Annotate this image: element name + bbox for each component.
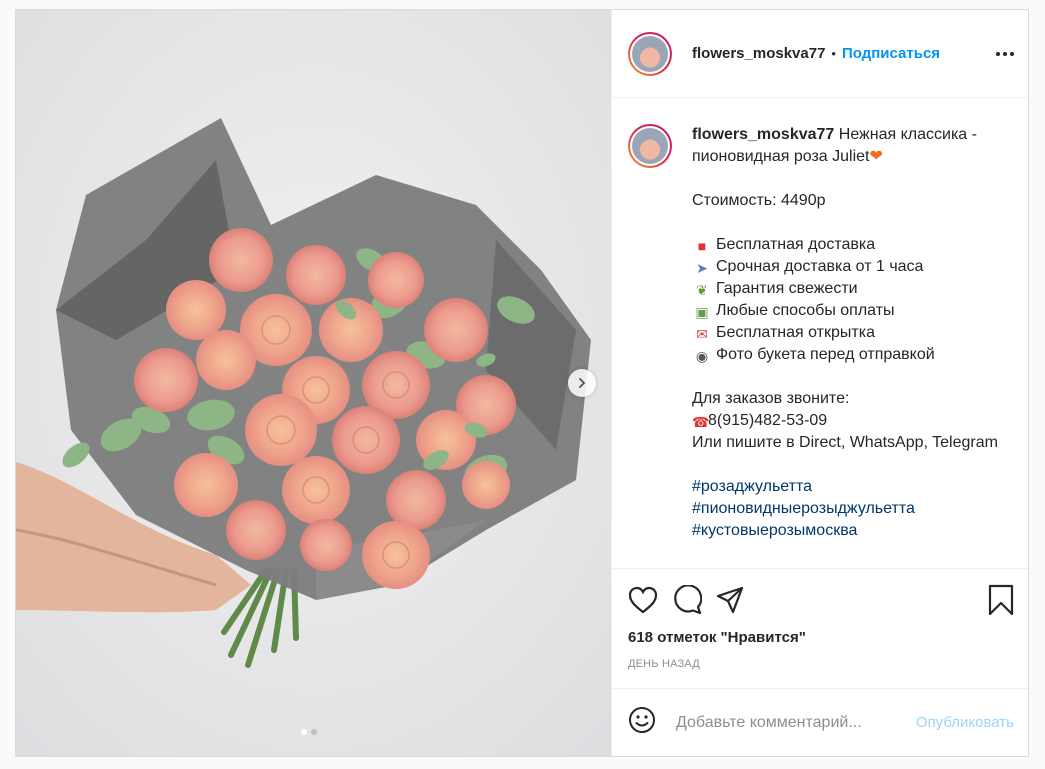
avatar[interactable] <box>628 31 672 76</box>
hashtag-link[interactable]: #пионовидныерозыджульетта <box>692 500 915 517</box>
carousel-indicator <box>301 729 317 735</box>
feature-text: Гарантия свежести <box>716 280 858 297</box>
order-alt-text: Или пишите в Direct, WhatsApp, Telegram <box>692 434 998 451</box>
hashtag-link[interactable]: #розаджульетта <box>692 478 812 495</box>
price-text: Стоимость: 4490р <box>692 192 826 209</box>
carousel-dot <box>301 729 307 735</box>
phone-icon: ☎ <box>692 414 710 430</box>
comment-icon[interactable] <box>672 583 703 620</box>
rocket-icon: ➤ <box>696 260 708 276</box>
feature-text: Бесплатная открытка <box>716 324 875 341</box>
comment-form: Опубликовать <box>612 688 1030 756</box>
bookmark-icon[interactable] <box>988 584 1014 621</box>
avatar-image <box>632 35 668 72</box>
separator-dot: • <box>831 46 836 61</box>
car-icon: ■ <box>697 238 707 254</box>
camera-icon: ◉ <box>695 348 709 364</box>
post-sidebar: flowers_moskva77 • Подписаться flowers_m… <box>611 10 1030 756</box>
post-card: flowers_moskva77 • Подписаться flowers_m… <box>15 9 1030 757</box>
username-link[interactable]: flowers_moskva77 <box>692 45 825 62</box>
action-bar: 618 отметок "Нравится" ДЕНЬ НАЗАД <box>612 568 1030 670</box>
caption-username[interactable]: flowers_moskva77 <box>692 126 834 143</box>
publish-button[interactable]: Опубликовать <box>916 714 1014 731</box>
avatar-image <box>632 128 668 164</box>
caption-text: flowers_moskva77 Нежная классика - пионо… <box>692 124 1012 568</box>
order-title: Для заказов звоните: <box>692 390 850 407</box>
money-icon: ▣ <box>695 304 709 320</box>
envelope-heart-icon: ✉ <box>696 326 708 342</box>
hashtag-link[interactable]: #кустовыерозымосква <box>692 522 857 539</box>
share-icon[interactable] <box>716 586 744 619</box>
comment-input[interactable] <box>674 712 916 733</box>
bouquet-image <box>16 10 611 756</box>
post-header: flowers_moskva77 • Подписаться <box>612 10 1030 98</box>
likes-count[interactable]: 618 отметок "Нравится" <box>628 629 1014 646</box>
post-timestamp[interactable]: ДЕНЬ НАЗАД <box>628 658 1014 670</box>
feature-text: Фото букета перед отправкой <box>716 346 935 363</box>
follow-button[interactable]: Подписаться <box>842 45 940 62</box>
caption-section: flowers_moskva77 Нежная классика - пионо… <box>612 98 1030 568</box>
leaf-icon: ❦ <box>696 282 708 298</box>
phone-number: 8(915)482-53-09 <box>708 412 828 429</box>
next-slide-button[interactable] <box>568 369 596 397</box>
feature-text: Бесплатная доставка <box>716 236 876 253</box>
post-photo[interactable] <box>16 10 611 756</box>
carousel-dot <box>311 729 317 735</box>
chevron-right-icon <box>579 378 586 388</box>
orange-heart-icon: ❤ <box>869 148 883 165</box>
like-heart-icon[interactable] <box>628 586 658 619</box>
feature-text: Срочная доставка от 1 часа <box>716 258 924 275</box>
caption-avatar[interactable] <box>628 124 672 168</box>
more-options-icon[interactable] <box>996 44 1014 64</box>
feature-text: Любые способы оплаты <box>716 302 895 319</box>
emoji-icon[interactable] <box>628 706 656 739</box>
